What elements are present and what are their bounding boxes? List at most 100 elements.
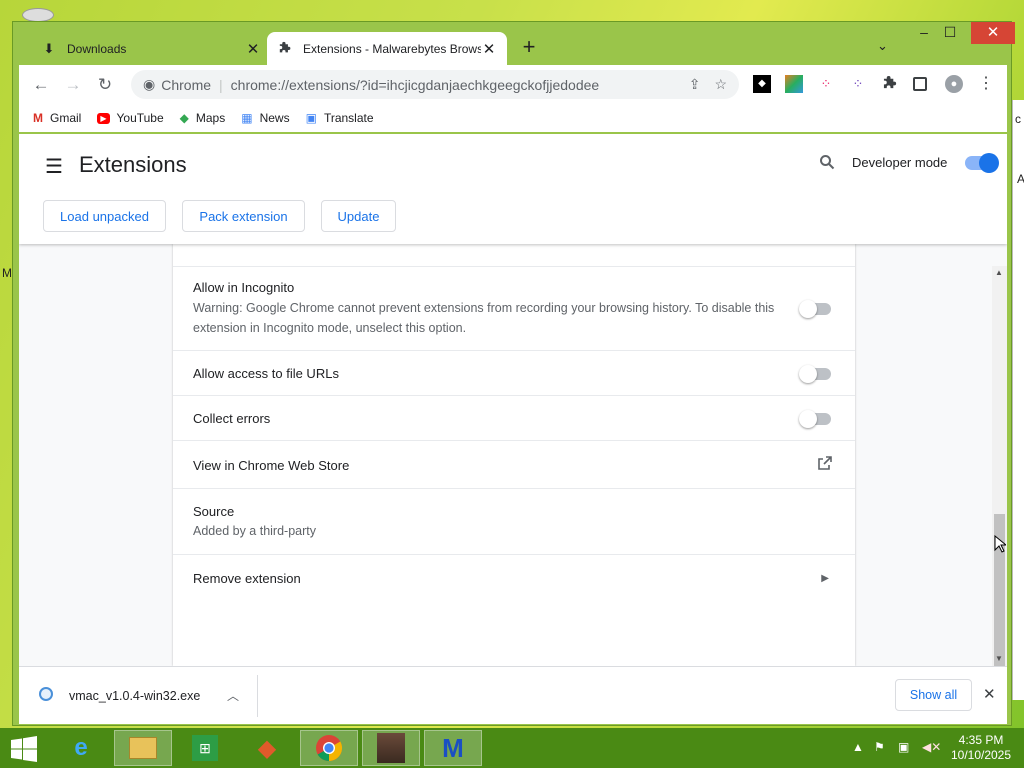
toggle-knob xyxy=(799,410,817,428)
desktop-shortcut-icon[interactable] xyxy=(22,8,54,22)
pack-extension-button[interactable]: Pack extension xyxy=(182,200,305,232)
bookmark-translate[interactable]: ▣ Translate xyxy=(306,111,374,125)
file-urls-label: Allow access to file URLs xyxy=(193,366,339,381)
close-tab-icon[interactable]: ✕ xyxy=(481,40,497,58)
incognito-warning: Warning: Google Chrome cannot prevent ex… xyxy=(193,301,775,335)
tab-search-chevron-icon[interactable]: ⌄ xyxy=(877,38,888,54)
bookmark-label: Translate xyxy=(323,111,374,125)
developer-mode-toggle[interactable] xyxy=(965,153,999,173)
mouse-cursor-icon xyxy=(994,534,1008,558)
bookmark-label: YouTube xyxy=(116,111,164,125)
incognito-toggle[interactable] xyxy=(799,300,831,318)
scroll-up-arrow-icon[interactable]: ▲ xyxy=(995,268,1003,277)
reload-icon[interactable]: ↻ xyxy=(93,73,117,97)
maps-icon: ◆ xyxy=(179,111,189,125)
extension-dots-icon[interactable]: ⁘ xyxy=(817,75,835,93)
download-icon: ⬇ xyxy=(43,40,55,56)
maximize-button[interactable]: ☐ xyxy=(935,24,965,46)
web-store-label: View in Chrome Web Store xyxy=(193,458,350,473)
file-explorer-icon[interactable] xyxy=(114,730,172,766)
profile-avatar-icon[interactable]: ● xyxy=(945,75,963,93)
bookmark-youtube[interactable]: ▶ YouTube xyxy=(97,111,164,125)
remove-extension-row[interactable]: Remove extension ▶ xyxy=(173,554,855,602)
forward-arrow-icon[interactable]: → xyxy=(61,73,85,97)
chevron-up-icon[interactable]: ︿ xyxy=(227,687,239,704)
game-icon[interactable] xyxy=(362,730,420,766)
close-tab-icon[interactable]: ✕ xyxy=(245,40,261,58)
window-close-button[interactable]: ✕ xyxy=(971,22,1015,44)
bookmark-gmail[interactable]: M Gmail xyxy=(33,111,81,125)
load-unpacked-button[interactable]: Load unpacked xyxy=(43,200,166,232)
title-bar: ⬇ Downloads ✕ Extensions - Malwarebytes … xyxy=(13,22,1015,65)
incognito-row: Allow in Incognito Warning: Google Chrom… xyxy=(173,266,855,350)
toggle-knob xyxy=(799,365,817,383)
app-icon[interactable]: ◆ xyxy=(238,730,296,766)
tab-downloads[interactable]: ⬇ Downloads ✕ xyxy=(31,32,271,65)
source-label: Source xyxy=(193,504,235,519)
bookmark-star-icon[interactable]: ☆ xyxy=(714,76,727,93)
omnibox-separator: | xyxy=(219,76,223,93)
developer-mode-label: Developer mode xyxy=(852,155,948,170)
chrome-icon[interactable] xyxy=(300,730,358,766)
bookmark-news[interactable]: ▦ News xyxy=(241,111,289,125)
bookmark-label: Gmail xyxy=(50,111,82,125)
page-title: Extensions xyxy=(79,152,187,177)
omnibox-url[interactable]: chrome://extensions/?id=ihcjicgdanjaechk… xyxy=(231,77,675,93)
news-icon: ▦ xyxy=(241,111,253,125)
file-urls-row: Allow access to file URLs xyxy=(173,350,855,395)
malwarebytes-icon[interactable]: M xyxy=(424,730,482,766)
omnibox-site: Chrome xyxy=(161,76,212,93)
back-arrow-icon[interactable]: ← xyxy=(29,73,53,97)
new-tab-button[interactable]: + xyxy=(519,36,539,60)
show-all-button[interactable]: Show all xyxy=(895,679,972,711)
taskbar: e ⊞ ◆ M ▲ ⚑ ▣ ◀✕ 4:35 PM 10/10/2025 xyxy=(0,728,1024,768)
update-button[interactable]: Update xyxy=(321,200,396,232)
extensions-header: ☰ Extensions Developer mode Load unpacke… xyxy=(19,134,1007,244)
search-icon[interactable] xyxy=(819,154,835,175)
source-row: Source Added by a third-party xyxy=(173,488,855,554)
download-filename[interactable]: vmac_v1.0.4-win32.exe xyxy=(69,689,200,703)
omnibox[interactable]: ◉ Chrome | chrome://extensions/?id=ihcji… xyxy=(131,70,739,99)
gmail-icon: M xyxy=(33,111,43,125)
puzzle-icon xyxy=(277,41,293,57)
menu-kebab-icon[interactable]: ⋮ xyxy=(977,75,995,93)
extension-roblox-icon[interactable]: ◆ xyxy=(753,75,771,93)
tab-extensions[interactable]: Extensions - Malwarebytes Brows ✕ xyxy=(267,32,507,65)
extension-dots-icon[interactable]: ⁘ xyxy=(849,75,867,93)
youtube-icon: ▶ xyxy=(97,112,110,124)
side-panel-icon[interactable] xyxy=(913,77,927,91)
collect-errors-toggle[interactable] xyxy=(799,410,831,428)
internet-explorer-icon[interactable]: e xyxy=(52,730,110,766)
download-file-icon xyxy=(39,687,53,701)
hamburger-menu-icon[interactable]: ☰ xyxy=(45,154,63,179)
extensions-puzzle-icon[interactable] xyxy=(881,75,899,93)
show-hidden-icons-icon[interactable]: ▲ xyxy=(852,740,864,754)
source-value: Added by a third-party xyxy=(193,524,316,538)
background-window-text: A xyxy=(1017,172,1024,186)
collect-errors-row: Collect errors xyxy=(173,395,855,440)
download-separator xyxy=(257,675,258,717)
file-urls-toggle[interactable] xyxy=(799,365,831,383)
store-icon[interactable]: ⊞ xyxy=(176,730,234,766)
extensions-page: ☰ Extensions Developer mode Load unpacke… xyxy=(19,134,1007,666)
network-icon[interactable]: ▣ xyxy=(898,740,909,754)
bookmarks-bar: M Gmail ▶ YouTube ◆ Maps ▦ News ▣ Transl… xyxy=(19,104,1007,132)
flag-icon[interactable]: ⚑ xyxy=(874,740,885,754)
background-window: c A xyxy=(1012,100,1024,700)
web-store-row[interactable]: View in Chrome Web Store xyxy=(173,440,855,488)
extension-colorful-icon[interactable] xyxy=(785,75,803,93)
scroll-down-arrow-icon[interactable]: ▼ xyxy=(995,654,1003,663)
share-icon[interactable]: ⇪ xyxy=(689,76,701,93)
close-download-bar-icon[interactable]: ✕ xyxy=(983,685,996,703)
toggle-knob xyxy=(799,300,817,318)
download-bar: vmac_v1.0.4-win32.exe ︿ Show all ✕ xyxy=(19,666,1007,724)
bookmark-maps[interactable]: ◆ Maps xyxy=(180,111,226,125)
taskbar-clock[interactable]: 4:35 PM 10/10/2025 xyxy=(946,733,1016,763)
incognito-label: Allow in Incognito xyxy=(193,280,295,295)
open-in-new-icon[interactable] xyxy=(817,455,833,475)
bookmark-label: Maps xyxy=(195,111,226,125)
windows-start-icon[interactable] xyxy=(10,736,38,762)
volume-muted-icon[interactable]: ◀✕ xyxy=(922,740,941,754)
browser-window: ⬇ Downloads ✕ Extensions - Malwarebytes … xyxy=(12,21,1015,726)
background-window-text: c xyxy=(1015,112,1021,126)
